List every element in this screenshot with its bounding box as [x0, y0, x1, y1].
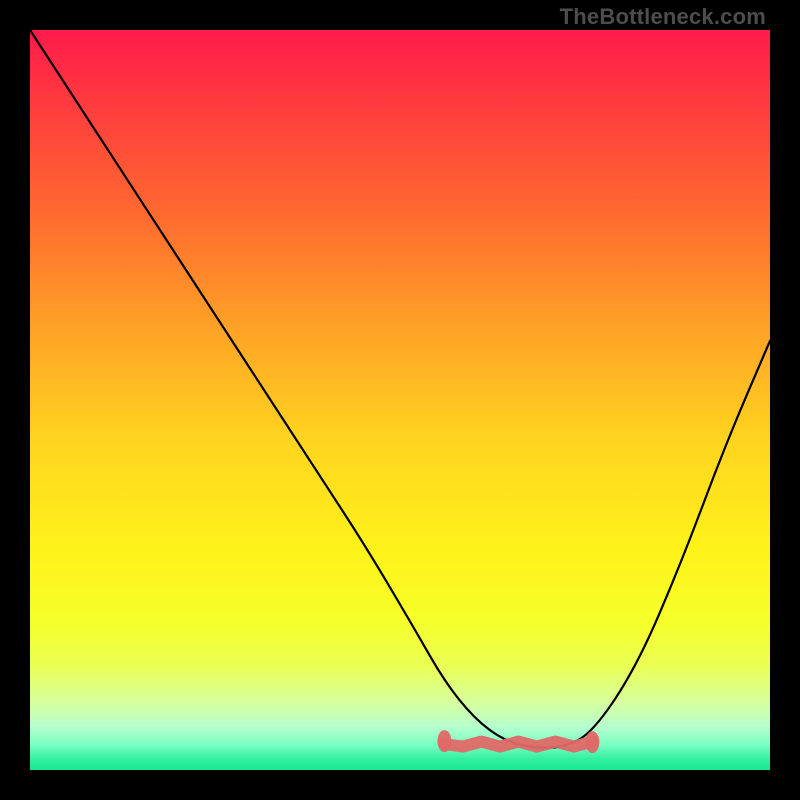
chart-frame: TheBottleneck.com	[0, 0, 800, 800]
bottleneck-curve	[30, 30, 770, 748]
watermark-text: TheBottleneck.com	[560, 4, 766, 30]
chart-overlay	[30, 30, 770, 770]
optimal-region-markers	[437, 730, 599, 753]
plot-area	[30, 30, 770, 770]
